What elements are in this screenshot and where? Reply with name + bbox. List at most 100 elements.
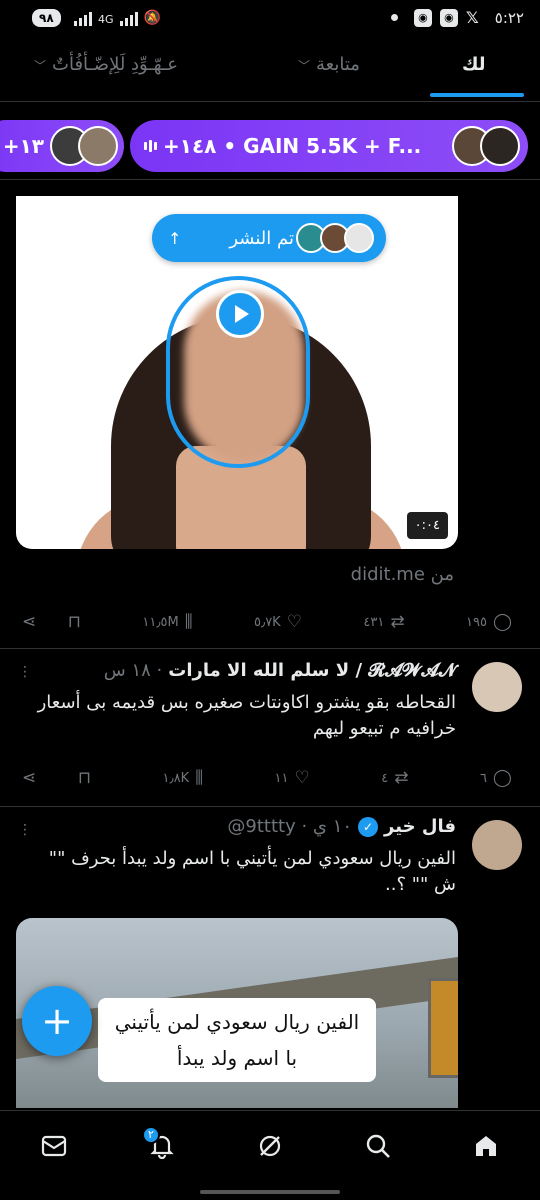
- heart-icon: ♡: [286, 612, 302, 632]
- tab-custom-feed[interactable]: ﹀ عـهّـوِّدِ لَلِإضّـأفُأتٌ: [34, 54, 178, 75]
- reply-button[interactable]: ١٩٥ ◯: [466, 612, 512, 632]
- bookmark-icon: ⊓: [67, 612, 81, 632]
- home-icon: [476, 1135, 496, 1156]
- compose-post-button[interactable]: +: [22, 986, 92, 1056]
- mail-icon: [41, 1135, 67, 1156]
- avatar[interactable]: [472, 662, 522, 712]
- spaces-bar: +١٣ +١٤٨ • GAIN 5.5K + F...: [0, 114, 540, 180]
- tab-for-you[interactable]: لك: [462, 54, 486, 75]
- repost-button[interactable]: ٤ ⇄: [381, 768, 408, 788]
- divider: [0, 806, 540, 807]
- post-author-name[interactable]: لا سلم الله الا مارات / 𝓡𝓐𝓦𝓐𝓝: [168, 660, 456, 681]
- share-button[interactable]: ⋖: [22, 768, 36, 788]
- image-caption-line-1: الفين ريال سعودي لمن يأتيني: [114, 1010, 360, 1034]
- nav-messages[interactable]: [32, 1124, 76, 1168]
- link-source[interactable]: من didit.me: [351, 564, 454, 585]
- repost-button[interactable]: ٤٣١ ⇄: [363, 612, 404, 632]
- repost-icon: ⇄: [394, 768, 409, 788]
- space-main-title: +١٤٨ • GAIN 5.5K + F...: [163, 134, 422, 158]
- audio-wave-icon: [144, 140, 157, 152]
- views-count: ١٫٨K: [162, 770, 190, 786]
- more-options-icon[interactable]: ⋮: [18, 822, 32, 838]
- status-right: ◉ ◉ 𝕏 ٥:٢٢: [390, 8, 524, 27]
- repost-icon: ⇄: [390, 612, 405, 632]
- post-text: الفين ريال سعودي لمن يأتيني با اسم ولد ي…: [48, 848, 456, 895]
- tab-custom-feed-label: عـهّـوِّدِ لَلِإضّـأفُأتٌ: [52, 54, 178, 75]
- repost-count: ٤٣١: [363, 614, 385, 630]
- bookmark-button[interactable]: ⊓: [78, 768, 91, 788]
- nav-grok[interactable]: [248, 1124, 292, 1168]
- app-notification-icon: ◉: [413, 8, 432, 27]
- verified-badge-icon: ✓: [358, 816, 379, 837]
- avatar: [480, 126, 520, 166]
- battery-indicator: ٩٨: [32, 9, 61, 27]
- nav-home[interactable]: [464, 1124, 508, 1168]
- post-text: القحاطه بقو يشترو اكاونتات صغيره بس قديم…: [37, 692, 456, 739]
- post-handle-time: @9tttty · ١٠ ي: [227, 816, 353, 837]
- like-button[interactable]: ٥٫٧K ♡: [254, 612, 302, 632]
- like-count: ٥٫٧K: [254, 614, 281, 630]
- reply-icon: ◯: [492, 612, 512, 632]
- share-button[interactable]: ⋖: [22, 612, 36, 632]
- views-button[interactable]: ١٫٨K ⫼: [162, 768, 203, 788]
- reply-count: ١٩٥: [466, 614, 487, 630]
- post-handle-time: ١٨ س ·: [103, 660, 163, 681]
- bookmark-icon: ⊓: [77, 768, 91, 788]
- image-caption-line-2: با اسم ولد يبدأ: [176, 1046, 298, 1070]
- timeline-tabs: ﹀ عـهّـوِّدِ لَلِإضّـأفُأتٌ ﹀ متابعة لك: [0, 40, 540, 102]
- new-posts-pill[interactable]: ↑ تم النشر: [152, 214, 386, 262]
- network-type: 4G: [98, 13, 114, 26]
- grok-icon: [259, 1135, 281, 1156]
- status-bar: ٩٨ 4G 🔕 ◉ ◉ 𝕏 ٥:٢٢: [0, 0, 540, 40]
- avatar: [344, 223, 374, 253]
- like-button[interactable]: ١١ ♡: [275, 768, 310, 788]
- post-author-name[interactable]: فال خير: [384, 816, 456, 837]
- search-icon: [366, 1134, 390, 1158]
- new-posts-label: تم النشر: [229, 227, 294, 249]
- image-road-sign: [428, 978, 458, 1078]
- heart-icon: ♡: [294, 768, 310, 788]
- more-options-icon[interactable]: ⋮: [18, 664, 32, 680]
- bottom-navigation: ٢: [0, 1110, 540, 1180]
- post-header: @9tttty · ١٠ ي ✓ فال خير: [227, 816, 456, 837]
- video-duration: ٠:٠٤: [406, 512, 448, 539]
- post-header: ١٨ س · لا سلم الله الا مارات / 𝓡𝓐𝓦𝓐𝓝: [104, 660, 456, 681]
- like-count: ١١: [274, 770, 289, 786]
- reply-button[interactable]: ٦ ◯: [480, 768, 512, 788]
- plus-icon: +: [41, 999, 73, 1043]
- play-icon: [235, 305, 249, 323]
- nav-search[interactable]: [356, 1124, 400, 1168]
- signal-bars-icon-2: [119, 12, 138, 26]
- clock: ٥:٢٢: [494, 8, 524, 27]
- play-button[interactable]: [216, 290, 264, 338]
- x-logo-icon: 𝕏: [465, 8, 479, 27]
- bookmark-button[interactable]: ⊓: [68, 612, 81, 632]
- divider: [0, 648, 540, 649]
- image-caption: الفين ريال سعودي لمن يأتيني با اسم ولد ي…: [98, 998, 376, 1082]
- views-chart-icon: ⫼: [195, 768, 204, 788]
- arrow-up-icon: ↑: [168, 228, 182, 248]
- notification-dot-icon: [390, 14, 398, 21]
- notification-badge: ٢: [142, 1125, 160, 1144]
- share-icon: ⋖: [22, 768, 37, 788]
- chevron-down-icon: ﹀: [298, 59, 311, 73]
- active-tab-indicator: [430, 93, 524, 97]
- tab-following[interactable]: ﹀ متابعة: [298, 54, 360, 75]
- reply-icon: ◯: [492, 768, 512, 788]
- avatar: [78, 126, 118, 166]
- nav-notifications[interactable]: ٢: [140, 1124, 184, 1168]
- space-pill-secondary[interactable]: +١٣: [0, 120, 124, 172]
- tab-following-label: متابعة: [316, 54, 360, 75]
- avatar[interactable]: [472, 820, 522, 870]
- signal-bars-icon: [74, 12, 92, 26]
- signal-indicators: 4G 🔕: [74, 10, 161, 26]
- views-count: ١١٫٥M: [142, 614, 179, 630]
- views-button[interactable]: ١١٫٥M ⫼: [142, 612, 192, 632]
- post-actions: ⋖ ⊓ ١١٫٥M ⫼ ٥٫٧K ♡ ٤٣١ ⇄ ١٩٥ ◯: [22, 610, 512, 634]
- mute-icon: 🔕: [143, 10, 161, 26]
- space-pill-main[interactable]: +١٤٨ • GAIN 5.5K + F...: [130, 120, 528, 172]
- repost-count: ٤: [381, 770, 389, 786]
- share-icon: ⋖: [22, 612, 37, 632]
- app-notification-icon-2: ◉: [439, 8, 458, 27]
- chevron-down-icon: ﹀: [34, 59, 47, 73]
